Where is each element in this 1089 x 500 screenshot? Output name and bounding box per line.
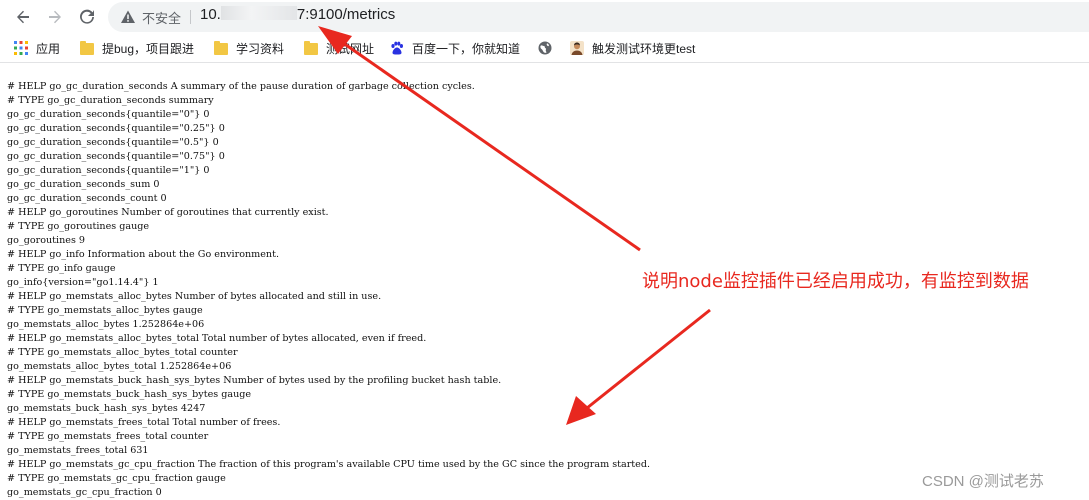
metrics-line: go_goroutines 9 <box>7 235 86 246</box>
apps-grid-icon <box>14 41 28 55</box>
metrics-line: # TYPE go_memstats_frees_total counter <box>7 431 209 442</box>
metrics-line: go_gc_duration_seconds_count 0 <box>7 193 167 204</box>
bookmark-label: 学习资料 <box>236 41 285 56</box>
forward-button[interactable] <box>44 6 66 28</box>
metrics-line: # HELP go_memstats_buck_hash_sys_bytes N… <box>7 375 502 386</box>
metrics-line: # HELP go_info Information about the Go … <box>7 249 280 260</box>
metrics-line: go_memstats_frees_total 631 <box>7 445 149 456</box>
avatar-icon <box>570 41 584 55</box>
back-button[interactable] <box>12 6 34 28</box>
not-secure-label: 不安全 <box>142 11 182 26</box>
reload-icon <box>80 9 94 24</box>
folder-icon <box>80 40 94 55</box>
metrics-line: # TYPE go_goroutines gauge <box>7 221 150 232</box>
address-bar[interactable]: 不安全 10. 7:9100/metrics <box>108 2 1089 32</box>
bookmark-label: 应用 <box>36 41 61 56</box>
warning-triangle-icon <box>121 10 135 23</box>
url-text[interactable]: 10. 7:9100/metrics <box>200 6 395 23</box>
metrics-line: # TYPE go_gc_duration_seconds summary <box>7 95 214 106</box>
redacted-ip <box>220 6 297 20</box>
metrics-line: go_gc_duration_seconds{quantile="0.75"} … <box>7 151 225 162</box>
metrics-line: # TYPE go_memstats_buck_hash_sys_bytes g… <box>7 389 252 400</box>
metrics-line: go_gc_duration_seconds{quantile="0.5"} 0 <box>7 137 219 148</box>
metrics-line: # HELP go_gc_duration_seconds A summary … <box>7 81 475 92</box>
globe-icon <box>538 41 552 55</box>
baidu-paw-icon <box>391 41 403 55</box>
metrics-line: go_memstats_alloc_bytes_total 1.252864e+… <box>7 361 232 372</box>
metrics-line: # HELP go_memstats_frees_total Total num… <box>7 417 281 428</box>
browser-toolbar: 不安全 10. 7:9100/metrics <box>0 0 1089 34</box>
metrics-line: go_gc_duration_seconds{quantile="0.25"} … <box>7 123 225 134</box>
bookmark-bug-tracking[interactable]: 提bug，项目跟进 <box>80 39 194 57</box>
bookmark-learning-materials[interactable]: 学习资料 <box>214 39 284 57</box>
metrics-line: go_memstats_buck_hash_sys_bytes 4247 <box>7 403 206 414</box>
forward-arrow-icon <box>49 10 61 24</box>
metrics-line: go_gc_duration_seconds{quantile="0"} 0 <box>7 109 210 120</box>
back-arrow-icon <box>17 10 29 24</box>
metrics-line: go_gc_duration_seconds{quantile="1"} 0 <box>7 165 210 176</box>
metrics-line: # HELP go_goroutines Number of goroutine… <box>7 207 329 218</box>
csdn-watermark: CSDN @测试老苏 <box>922 473 1044 490</box>
metrics-line: go_gc_duration_seconds_sum 0 <box>7 179 160 190</box>
metrics-line: # HELP go_memstats_alloc_bytes_total Tot… <box>7 333 427 344</box>
folder-icon <box>304 40 318 55</box>
bookmark-trigger-test-env[interactable]: 触发测试环境更test <box>570 39 695 57</box>
folder-icon <box>214 40 228 55</box>
bookmarks-bar: 应用 提bug，项目跟进 学习资料 测试网址 百度一下，你就知道 触发测试环境更… <box>0 34 1089 63</box>
bookmark-baidu[interactable]: 百度一下，你就知道 <box>390 39 520 57</box>
bookmark-test-urls[interactable]: 测试网址 <box>304 39 374 57</box>
bookmark-globe[interactable] <box>538 39 552 57</box>
metrics-line: go_memstats_alloc_bytes 1.252864e+06 <box>7 319 205 330</box>
reload-button[interactable] <box>76 6 98 28</box>
metrics-line: # TYPE go_memstats_alloc_bytes_total cou… <box>7 347 238 358</box>
address-separator <box>190 10 191 24</box>
bookmark-label: 触发测试环境更test <box>592 41 696 56</box>
bookmark-label: 提bug，项目跟进 <box>102 41 195 56</box>
bookmark-label: 百度一下，你就知道 <box>412 41 521 56</box>
annotation-note: 说明node监控插件已经启用成功，有监控到数据 <box>642 271 1029 292</box>
metrics-line: # TYPE go_memstats_alloc_bytes gauge <box>7 305 203 316</box>
bookmark-apps[interactable]: 应用 <box>14 39 60 57</box>
bookmark-label: 测试网址 <box>326 41 375 56</box>
